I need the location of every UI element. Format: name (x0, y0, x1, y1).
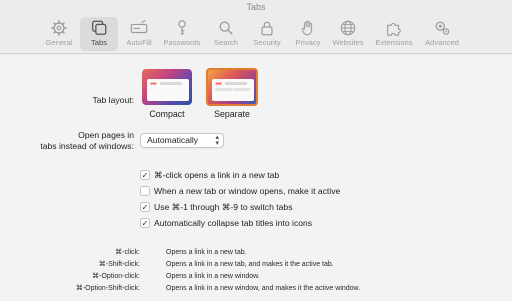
chevron-updown-icon: ▴ ▾ (215, 134, 219, 147)
tab-layout-separate-thumbnail[interactable]: ●●● (206, 68, 258, 106)
toolbar-item-search[interactable]: Search (208, 17, 244, 51)
toolbar-item-extensions[interactable]: Extensions (372, 17, 416, 51)
open-pages-select[interactable]: Automatically ▴ ▾ (140, 133, 224, 148)
toolbar-item-label: AutoFill (126, 38, 152, 47)
tab-layout-label: Tab layout: (92, 95, 134, 105)
toolbar-item-label: Security (253, 38, 281, 47)
toolbar-item-websites[interactable]: Websites (329, 17, 367, 51)
toolbar-item-advanced[interactable]: Advanced (421, 17, 463, 51)
toolbar-item-label: Websites (332, 38, 364, 47)
checkbox[interactable]: ✓ (140, 170, 150, 180)
window-title: Tabs (246, 2, 266, 12)
toolbar-item-security[interactable]: Security (248, 17, 286, 51)
tabs-icon (92, 20, 107, 35)
open-pages-select-value: Automatically (147, 135, 199, 145)
open-pages-label: Open pages in tabs instead of windows: (40, 130, 134, 151)
traffic-lights-icon: ●●● (215, 81, 222, 87)
globe-icon (340, 20, 356, 36)
checkbox[interactable]: ✓ (140, 202, 150, 212)
shortcut-row: ⌘-Option-Shift-click: Opens a link in a … (75, 285, 361, 292)
preferences-toolbar: General Tabs AutoFill Passwords Search S… (0, 14, 512, 54)
autofill-icon (130, 19, 148, 34)
key-icon (178, 20, 186, 36)
tab-layout-compact-label[interactable]: Compact (139, 109, 195, 119)
toolbar-item-tabs[interactable]: Tabs (80, 17, 118, 51)
toolbar-item-label: Search (213, 38, 239, 47)
search-icon (219, 21, 233, 35)
toolbar-item-passwords[interactable]: Passwords (161, 17, 203, 51)
tab-layout-separate-label[interactable]: Separate (204, 109, 260, 119)
toolbar-item-label: Extensions (375, 38, 413, 47)
tabs-preferences-pane: Tab layout: ●●● Compact ●●● Separate Ope… (0, 55, 512, 301)
gears-icon (435, 21, 450, 35)
toolbar-item-privacy[interactable]: Privacy (290, 17, 326, 51)
puzzle-icon (387, 22, 401, 36)
hand-icon (301, 20, 313, 36)
checkbox[interactable]: ✓ (140, 218, 150, 228)
tab-layout-compact-thumbnail[interactable]: ●●● (142, 69, 192, 105)
shortcut-row: ⌘-Shift-click: Opens a link in a new tab… (98, 261, 334, 268)
toolbar-item-general[interactable]: General (40, 17, 78, 51)
checkbox[interactable] (140, 186, 150, 196)
traffic-lights-icon: ●●● (150, 81, 157, 87)
shortcut-row: ⌘-Option-click: Opens a link in a new wi… (92, 273, 260, 280)
toolbar-item-label: General (45, 38, 73, 47)
toolbar-item-label: Passwords (163, 38, 201, 47)
shortcut-row: ⌘-click: Opens a link in a new tab. (115, 249, 247, 256)
toolbar-item-label: Tabs (90, 38, 108, 47)
toolbar-item-label: Advanced (425, 38, 459, 47)
window-preview: ●●● (212, 79, 254, 101)
toolbar-item-label: Privacy (295, 38, 321, 47)
gear-icon (51, 20, 67, 36)
lock-icon (261, 21, 273, 36)
window-preview: ●●● (147, 79, 189, 101)
toolbar-item-autofill[interactable]: AutoFill (121, 17, 157, 51)
